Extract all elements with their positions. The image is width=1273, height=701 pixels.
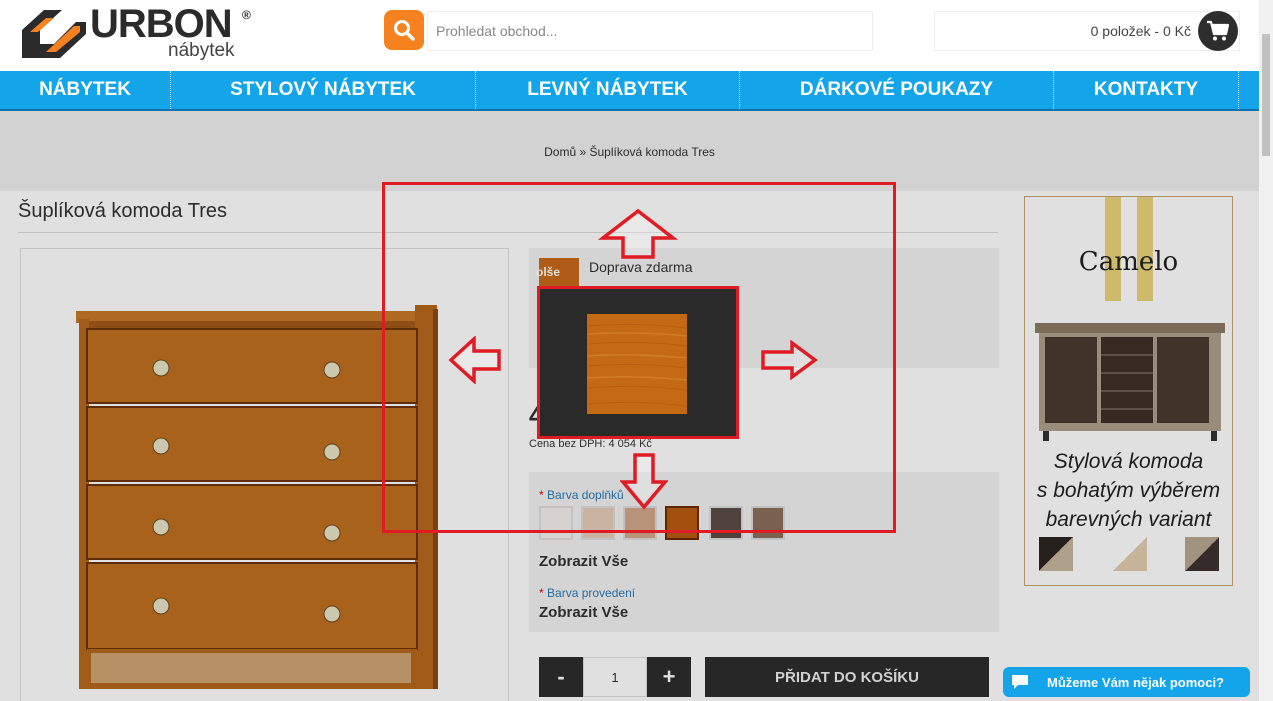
nav-item-darkove-poukazy[interactable]: DÁRKOVÉ POUKAZY xyxy=(740,71,1054,109)
search-button[interactable] xyxy=(384,10,424,50)
nav-item-nabytek[interactable]: NÁBYTEK xyxy=(0,71,171,109)
chat-help-button[interactable]: Můžeme Vám nějak pomoci? xyxy=(1003,667,1250,697)
logo-registered: ® xyxy=(242,8,251,22)
nav-item-stylovy-nabytek[interactable]: STYLOVÝ NÁBYTEK xyxy=(171,71,476,109)
arrow-left-icon xyxy=(448,336,501,384)
site-logo[interactable]: URBON ® nábytek xyxy=(18,2,258,66)
page: URBON ® nábytek Prohledat obchod... 0 po… xyxy=(0,0,1273,701)
arrow-right-icon xyxy=(761,340,818,380)
zoomed-color-swatch xyxy=(587,314,687,414)
main-nav: NÁBYTEK STYLOVÝ NÁBYTEK LEVNÝ NÁBYTEK DÁ… xyxy=(0,71,1259,111)
logo-mark-icon xyxy=(22,10,86,58)
search-input[interactable]: Prohledat obchod... xyxy=(427,11,873,51)
cart-button[interactable] xyxy=(1198,11,1238,51)
logo-subtitle: nábytek xyxy=(168,40,235,61)
cart-summary[interactable]: 0 položek - 0 Kč xyxy=(934,11,1240,51)
nav-item-kontakty[interactable]: KONTAKTY xyxy=(1054,71,1239,109)
arrow-down-icon xyxy=(620,453,668,510)
shopping-cart-icon xyxy=(1207,20,1230,41)
arrow-up-icon xyxy=(598,208,678,259)
chat-label: Můžeme Vám nějak pomoci? xyxy=(1047,674,1224,690)
nav-item-levny-nabytek[interactable]: LEVNÝ NÁBYTEK xyxy=(476,71,740,109)
chat-bubble-icon xyxy=(1012,675,1028,689)
cart-text: 0 položek - 0 Kč xyxy=(1090,23,1191,39)
search-icon xyxy=(394,20,415,41)
scrollbar-thumb[interactable] xyxy=(1262,34,1270,156)
